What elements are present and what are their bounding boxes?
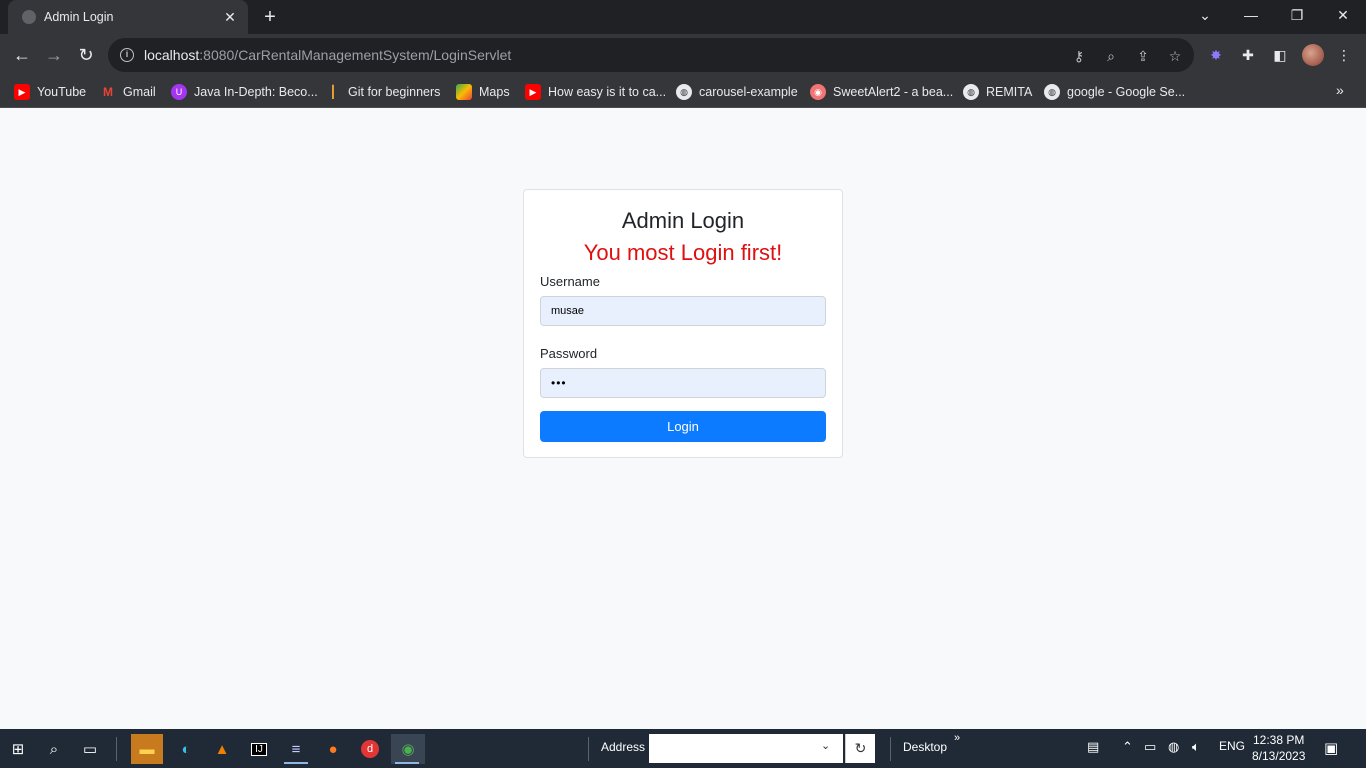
- back-button[interactable]: ←: [8, 41, 36, 69]
- notifications-icon[interactable]: ▣: [1324, 739, 1338, 757]
- bookmark-carousel-example[interactable]: ◍ carousel-example: [676, 82, 798, 102]
- tab-search-button[interactable]: ⌄: [1182, 0, 1228, 30]
- globe-icon: ◍: [676, 84, 692, 100]
- bookmark-label: How easy is it to ca...: [548, 85, 667, 99]
- share-icon[interactable]: ⇪: [1134, 47, 1152, 65]
- zoom-icon[interactable]: ⌕: [1102, 47, 1120, 65]
- bookmark-gmail[interactable]: M Gmail: [100, 82, 156, 102]
- clock-date: 8/13/2023: [1252, 749, 1306, 763]
- udemy-icon: U: [171, 84, 187, 100]
- password-input[interactable]: •••: [540, 368, 826, 398]
- chevron-up-icon[interactable]: ⌃: [1122, 739, 1133, 755]
- file-explorer-icon[interactable]: ▬: [131, 734, 163, 764]
- vlc-icon[interactable]: ▲: [206, 734, 238, 764]
- bookmark-label: Gmail: [123, 85, 156, 99]
- language-indicator[interactable]: ENG: [1219, 739, 1245, 753]
- browser-tab-admin-login[interactable]: Admin Login ✕: [8, 0, 248, 34]
- bookmark-maps[interactable]: Maps: [456, 82, 510, 102]
- bookmarks-bar: ▶ YouTube M Gmail U Java In-Depth: Beco... …: [0, 76, 1366, 108]
- login-title: Admin Login: [621, 208, 745, 233]
- network-globe-icon[interactable]: ◍: [1168, 739, 1179, 755]
- globe-icon: [22, 10, 36, 24]
- bookmark-label: google - Google Se...: [1067, 85, 1186, 99]
- bookmark-git-for-beginners[interactable]: ┃ Git for beginners: [325, 82, 440, 102]
- windows-taskbar: ⊞ ⌕ ▭ ▬ ◐ ▲ IJ ≡ ● d ◉ Address ⌄ ↻ Deskt…: [0, 729, 1366, 768]
- bookmark-label: YouTube: [37, 85, 87, 99]
- clock-time: 12:38 PM: [1253, 733, 1305, 747]
- bookmark-java-in-depth[interactable]: U Java In-Depth: Beco...: [171, 82, 318, 102]
- minimize-button[interactable]: —: [1228, 0, 1274, 30]
- browser-toolbar: ← → ↻ i localhost:8080/CarRentalManageme…: [0, 34, 1366, 76]
- app-stripes-icon[interactable]: ≡: [280, 734, 312, 764]
- password-label: Password: [540, 346, 598, 361]
- profile-avatar[interactable]: [1302, 44, 1324, 66]
- bookmark-star-icon[interactable]: ☆: [1166, 47, 1184, 65]
- bookmark-label: Git for beginners: [348, 85, 441, 99]
- task-view-icon[interactable]: ▭: [74, 734, 106, 764]
- address-toolbar-label: Address: [601, 740, 646, 754]
- restore-button[interactable]: ❐: [1274, 0, 1320, 30]
- username-label: Username: [540, 274, 600, 289]
- bookmark-label: REMITA: [986, 85, 1033, 99]
- app-d-icon[interactable]: d: [354, 734, 386, 764]
- address-go-icon[interactable]: ↻: [845, 734, 875, 763]
- battery-icon[interactable]: ▭: [1144, 739, 1156, 755]
- firefox-icon[interactable]: ●: [317, 734, 349, 764]
- extension-gear-icon[interactable]: ✸: [1206, 45, 1226, 65]
- key-icon[interactable]: ⚷: [1070, 47, 1088, 65]
- maps-icon: [456, 84, 472, 100]
- bookmark-label: SweetAlert2 - a bea...: [833, 85, 954, 99]
- chrome-icon[interactable]: ◉: [391, 734, 425, 764]
- gmail-icon: M: [103, 85, 113, 99]
- globe-icon: ◍: [1044, 84, 1060, 100]
- desktop-toolbar-more[interactable]: »: [954, 732, 960, 744]
- bookmark-label: Java In-Depth: Beco...: [194, 85, 318, 99]
- bookmark-google-search[interactable]: ◍ google - Google Se...: [1044, 82, 1185, 102]
- reload-button[interactable]: ↻: [72, 41, 100, 69]
- url-host: localhost: [144, 47, 200, 63]
- windows-start-icon[interactable]: ⊞: [2, 734, 34, 764]
- login-error-message: You most Login first!: [583, 240, 783, 265]
- site-info-icon[interactable]: i: [120, 48, 134, 62]
- forward-button[interactable]: →: [40, 41, 68, 69]
- tab-close-button[interactable]: ✕: [220, 7, 240, 27]
- chevron-down-icon[interactable]: ⌄: [821, 739, 830, 752]
- desktop-toolbar-label[interactable]: Desktop: [903, 740, 947, 754]
- globe-icon: ◍: [963, 84, 979, 100]
- youtube-icon: ▶: [14, 84, 30, 100]
- browser-tab-strip: Admin Login ✕ + ⌄ — ❐ ✕: [0, 0, 1366, 34]
- extensions-puzzle-icon[interactable]: ✚: [1238, 45, 1258, 65]
- bookmark-youtube[interactable]: ▶ YouTube: [14, 82, 86, 102]
- menu-kebab-icon[interactable]: ⋮: [1334, 45, 1354, 65]
- volume-icon[interactable]: 🔈︎: [1192, 739, 1200, 755]
- page-content: Admin Login You most Login first! Userna…: [0, 109, 1366, 729]
- url-path: :8080/CarRentalManagementSystem/LoginSer…: [199, 47, 512, 63]
- new-tab-button[interactable]: +: [258, 6, 282, 28]
- intellij-icon[interactable]: IJ: [243, 734, 275, 764]
- login-button[interactable]: Login: [540, 411, 826, 442]
- youtube-icon: ▶: [525, 84, 541, 100]
- bookmark-sweetalert2[interactable]: ◉ SweetAlert2 - a bea...: [810, 82, 953, 102]
- address-toolbar-input[interactable]: [649, 734, 843, 763]
- bookmark-label: Maps: [479, 85, 510, 99]
- bookmark-how-easy[interactable]: ▶ How easy is it to ca...: [525, 82, 666, 102]
- bookmarks-overflow-button[interactable]: »: [1336, 82, 1344, 98]
- tab-title: Admin Login: [44, 10, 114, 24]
- login-card: Admin Login You most Login first! Userna…: [523, 189, 843, 458]
- close-window-button[interactable]: ✕: [1320, 0, 1366, 30]
- sweetalert-icon: ◉: [810, 84, 826, 100]
- search-icon[interactable]: ⌕: [38, 734, 70, 764]
- git-icon: ┃: [329, 85, 337, 99]
- news-widget-icon[interactable]: ▤: [1087, 739, 1099, 755]
- edge-icon[interactable]: ◐: [170, 734, 202, 764]
- system-clock[interactable]: 12:38 PM 8/13/2023: [1252, 732, 1305, 764]
- username-input[interactable]: musae: [540, 296, 826, 326]
- address-bar[interactable]: i localhost:8080/CarRentalManagementSyst…: [108, 38, 1194, 72]
- bookmark-label: carousel-example: [699, 85, 798, 99]
- side-panel-icon[interactable]: ◧: [1270, 45, 1290, 65]
- bookmark-remita[interactable]: ◍ REMITA: [963, 82, 1032, 102]
